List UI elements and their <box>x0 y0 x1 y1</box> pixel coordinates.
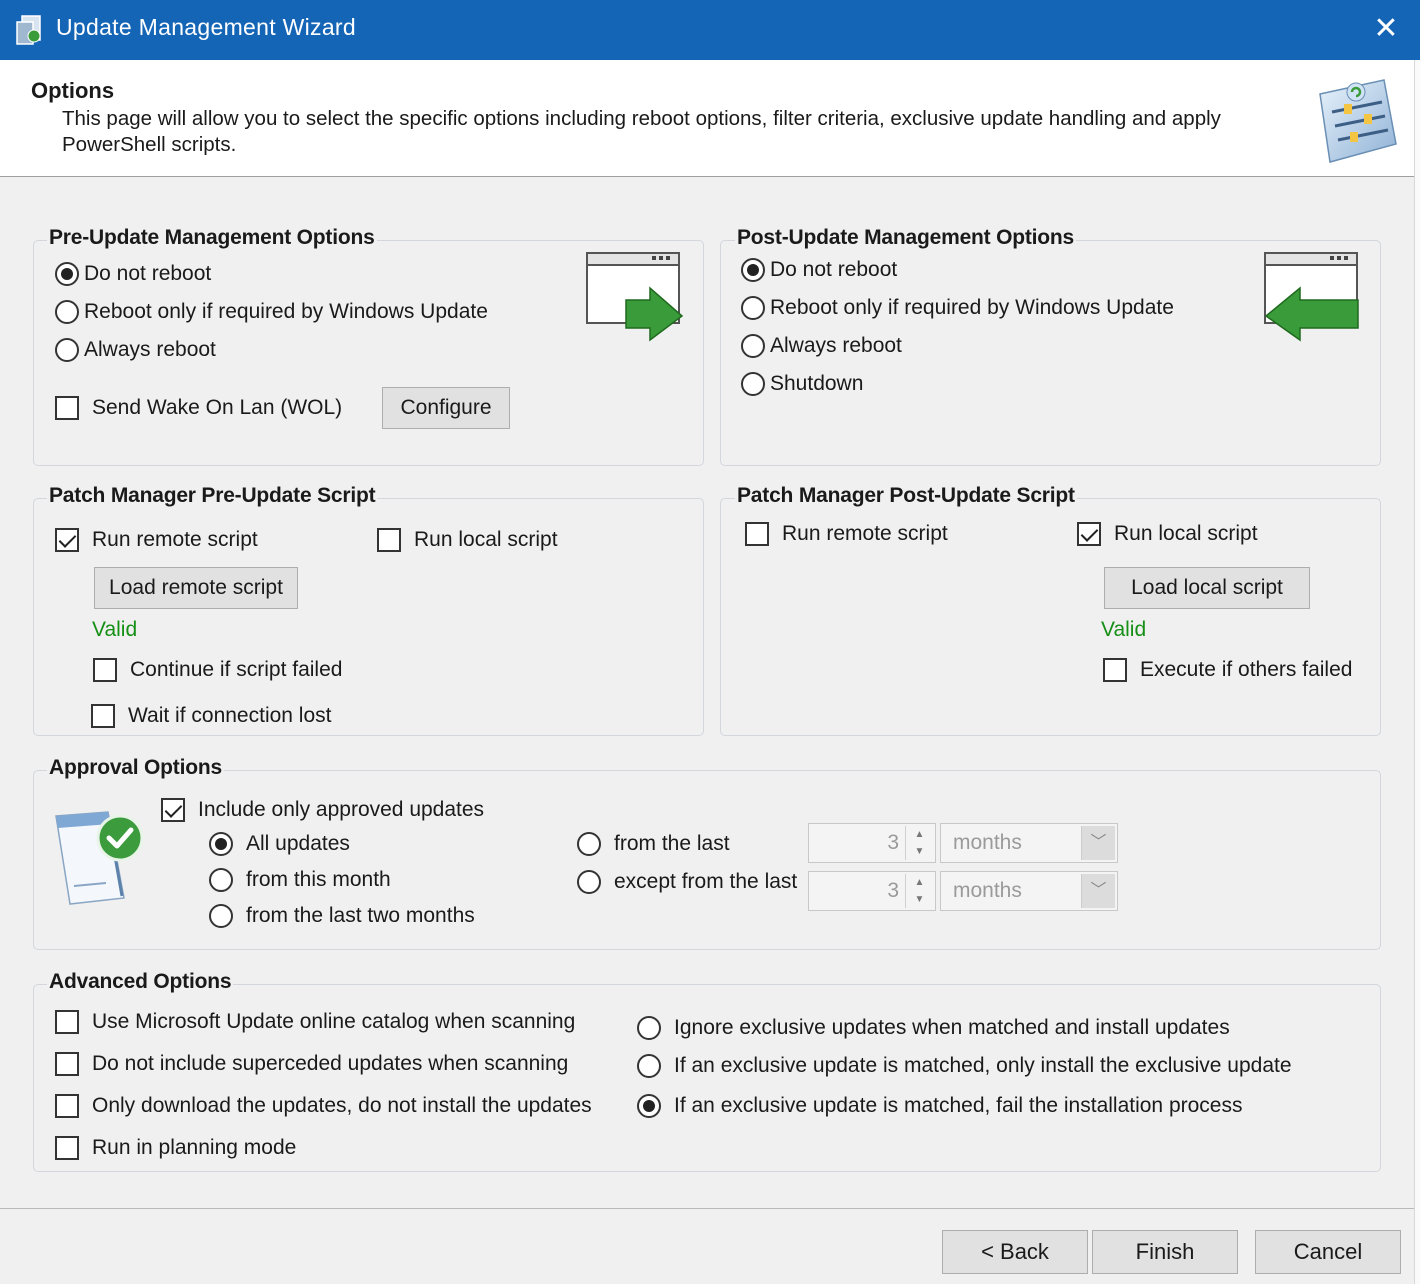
include-approved-checkbox[interactable] <box>161 798 185 822</box>
pre-run-remote-label: Run remote script <box>92 528 258 551</box>
pre-run-local-checkbox[interactable] <box>377 528 401 552</box>
post-always-reboot-radio[interactable] <box>741 334 765 358</box>
from-last-two-months-label: from the last two months <box>246 904 475 927</box>
download-only-checkbox[interactable] <box>55 1094 79 1118</box>
from-this-month-label: from this month <box>246 868 391 891</box>
install-exclusive-only-label: If an exclusive update is matched, only … <box>674 1054 1292 1077</box>
pre-script-title: Patch Manager Pre-Update Script <box>47 484 378 508</box>
app-icon <box>16 15 41 45</box>
post-shutdown-radio[interactable] <box>741 372 765 396</box>
close-button[interactable]: ✕ <box>1364 8 1408 50</box>
pre-update-title: Pre-Update Management Options <box>47 226 377 250</box>
post-always-reboot-label: Always reboot <box>770 334 902 357</box>
execute-if-others-failed-checkbox[interactable] <box>1103 658 1127 682</box>
page-description: This page will allow you to select the s… <box>62 107 1221 156</box>
wait-if-connection-lost-label: Wait if connection lost <box>128 704 332 727</box>
from-the-last-radio[interactable] <box>577 832 601 856</box>
stepper-arrows[interactable]: ▲ ▼ <box>905 826 933 860</box>
post-do-not-reboot-label: Do not reboot <box>770 258 898 281</box>
from-last-two-months-radio[interactable] <box>209 904 233 928</box>
chevron-down-icon[interactable]: ﹀ <box>1081 874 1115 908</box>
from-this-month-radio[interactable] <box>209 868 233 892</box>
window-edge <box>1414 60 1420 1284</box>
post-reboot-if-required-radio[interactable] <box>741 296 765 320</box>
planning-mode-label: Run in planning mode <box>92 1136 297 1159</box>
except-count-value: 3 <box>887 879 899 902</box>
stepper-arrows[interactable]: ▲ ▼ <box>905 874 933 908</box>
exclude-superceded-checkbox[interactable] <box>55 1052 79 1076</box>
from-last-count-stepper[interactable]: 3 ▲ ▼ <box>808 823 936 863</box>
post-do-not-reboot-radio[interactable] <box>741 258 765 282</box>
down-arrow-icon[interactable]: ▼ <box>906 891 933 908</box>
configure-button[interactable]: Configure <box>382 387 510 429</box>
except-count-stepper[interactable]: 3 ▲ ▼ <box>808 871 936 911</box>
approved-document-icon <box>55 811 144 905</box>
from-last-unit-value: months <box>953 831 1022 854</box>
page-title: Options <box>31 78 115 103</box>
pre-run-local-label: Run local script <box>414 528 558 551</box>
pre-reboot-if-required-label: Reboot only if required by Windows Updat… <box>84 300 488 323</box>
fail-installation-label: If an exclusive update is matched, fail … <box>674 1094 1243 1117</box>
execute-if-others-failed-label: Execute if others failed <box>1140 658 1353 681</box>
approval-title: Approval Options <box>47 756 224 780</box>
load-local-script-button[interactable]: Load local script <box>1104 567 1310 609</box>
up-arrow-icon[interactable]: ▲ <box>906 874 933 891</box>
pre-do-not-reboot-label: Do not reboot <box>84 262 212 285</box>
footer-divider <box>0 1208 1414 1209</box>
wol-label: Send Wake On Lan (WOL) <box>92 396 343 419</box>
window-title: Update Management Wizard <box>56 14 356 40</box>
use-online-catalog-label: Use Microsoft Update online catalog when… <box>92 1010 576 1033</box>
pre-reboot-if-required-radio[interactable] <box>55 300 79 324</box>
continue-if-failed-checkbox[interactable] <box>93 658 117 682</box>
up-arrow-icon[interactable]: ▲ <box>906 826 933 843</box>
exclude-superceded-label: Do not include superceded updates when s… <box>92 1052 569 1075</box>
load-remote-script-button[interactable]: Load remote script <box>94 567 298 609</box>
window-arrow-right-icon <box>586 252 684 342</box>
pre-script-status: Valid <box>92 618 138 641</box>
include-approved-label: Include only approved updates <box>198 798 485 821</box>
continue-if-failed-label: Continue if script failed <box>130 658 343 681</box>
post-run-local-checkbox[interactable] <box>1077 522 1101 546</box>
post-run-remote-checkbox[interactable] <box>745 522 769 546</box>
from-the-last-label: from the last <box>614 832 730 855</box>
install-exclusive-only-radio[interactable] <box>637 1054 661 1078</box>
except-from-last-radio[interactable] <box>577 870 601 894</box>
finish-button[interactable]: Finish <box>1092 1230 1238 1274</box>
approval-group <box>33 770 1381 950</box>
pre-run-remote-checkbox[interactable] <box>55 528 79 552</box>
ignore-exclusive-radio[interactable] <box>637 1016 661 1040</box>
post-script-title: Patch Manager Post-Update Script <box>735 484 1077 508</box>
except-unit-value: months <box>953 879 1022 902</box>
fail-installation-radio[interactable] <box>637 1094 661 1118</box>
from-last-count-value: 3 <box>887 831 899 854</box>
post-update-title: Post-Update Management Options <box>735 226 1077 250</box>
pre-do-not-reboot-radio[interactable] <box>55 262 79 286</box>
chevron-down-icon[interactable]: ﹀ <box>1081 826 1115 860</box>
post-run-local-label: Run local script <box>1114 522 1258 545</box>
wait-if-connection-lost-checkbox[interactable] <box>91 704 115 728</box>
post-shutdown-label: Shutdown <box>770 372 864 395</box>
pre-always-reboot-radio[interactable] <box>55 338 79 362</box>
post-run-remote-label: Run remote script <box>782 522 948 545</box>
options-settings-icon <box>1319 79 1397 163</box>
ignore-exclusive-label: Ignore exclusive updates when matched an… <box>674 1016 1230 1039</box>
from-last-unit-select[interactable]: months ﹀ <box>940 823 1118 863</box>
pre-always-reboot-label: Always reboot <box>84 338 216 361</box>
except-from-last-label: except from the last <box>614 870 798 893</box>
window-arrow-left-icon <box>1264 252 1359 342</box>
wol-checkbox[interactable] <box>55 396 79 420</box>
post-reboot-if-required-label: Reboot only if required by Windows Updat… <box>770 296 1174 319</box>
cancel-button[interactable]: Cancel <box>1255 1230 1401 1274</box>
down-arrow-icon[interactable]: ▼ <box>906 843 933 860</box>
except-unit-select[interactable]: months ﹀ <box>940 871 1118 911</box>
all-updates-radio[interactable] <box>209 832 233 856</box>
advanced-title: Advanced Options <box>47 970 234 994</box>
all-updates-label: All updates <box>246 832 350 855</box>
back-button[interactable]: < Back <box>942 1230 1088 1274</box>
post-script-status: Valid <box>1101 618 1147 641</box>
use-online-catalog-checkbox[interactable] <box>55 1010 79 1034</box>
download-only-label: Only download the updates, do not instal… <box>92 1094 592 1117</box>
planning-mode-checkbox[interactable] <box>55 1136 79 1160</box>
